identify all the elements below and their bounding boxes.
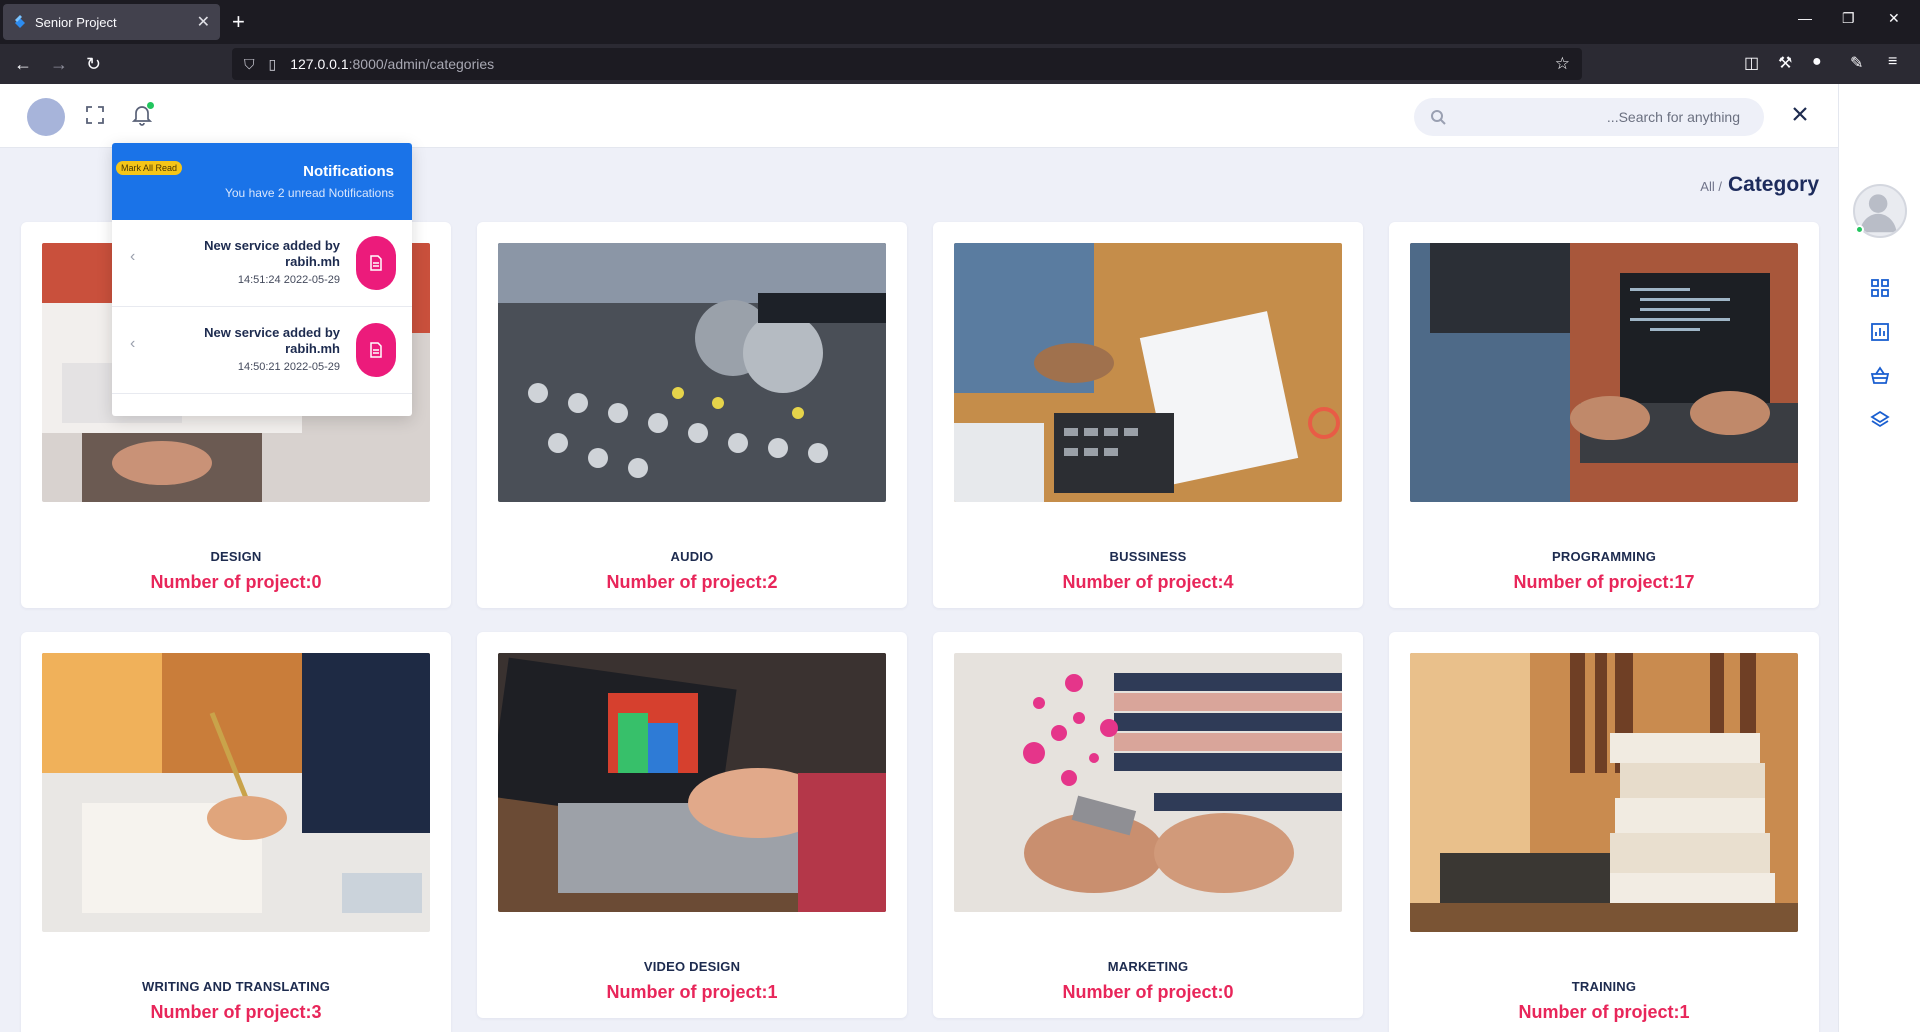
pen-icon[interactable]: ✎ bbox=[1850, 53, 1863, 73]
category-count: Number of project:4 bbox=[1062, 572, 1234, 592]
page-icon: ▯ bbox=[268, 55, 277, 72]
notifications-subtitle: You have 2 unread Notifications bbox=[224, 186, 394, 200]
search-input[interactable] bbox=[1446, 109, 1740, 125]
notification-time: 14:51:24 2022-05-29 bbox=[237, 274, 340, 286]
browser-tabbar: Senior Project ✕ + — ❐ ✕ bbox=[0, 0, 1920, 44]
layers-icon[interactable] bbox=[1870, 410, 1890, 430]
notifications-title: Notifications bbox=[303, 163, 394, 180]
category-count: Number of project:3 bbox=[150, 1002, 322, 1022]
notifications-dropdown: Mark All Read Notifications You have 2 u… bbox=[112, 143, 412, 416]
category-name: PROGRAMMING bbox=[1551, 549, 1657, 564]
search-box[interactable] bbox=[1414, 98, 1764, 136]
window-close-icon[interactable]: ✕ bbox=[1888, 10, 1900, 27]
extension-icon[interactable]: ● bbox=[1812, 53, 1822, 71]
notification-item[interactable]: ‹ New service added by rabih.mh 14:51:24… bbox=[112, 220, 412, 307]
minimize-icon[interactable]: — bbox=[1798, 10, 1812, 26]
notification-time: 14:50:21 2022-05-29 bbox=[237, 361, 340, 373]
document-icon bbox=[356, 236, 396, 290]
category-card-programming[interactable]: PROGRAMMING Number of project:17 bbox=[1389, 222, 1819, 608]
category-image bbox=[954, 653, 1342, 912]
url-path: :8000/admin/categories bbox=[348, 56, 495, 72]
page-title: Category bbox=[1727, 173, 1819, 196]
category-name: BUSSINESS bbox=[1109, 549, 1187, 564]
category-card-business[interactable]: BUSSINESS Number of project:4 bbox=[933, 222, 1363, 608]
category-name: MARKETING bbox=[1107, 959, 1189, 974]
basket-icon[interactable] bbox=[1870, 366, 1890, 386]
browser-tab[interactable]: Senior Project ✕ bbox=[3, 4, 220, 40]
site-favicon bbox=[15, 15, 25, 28]
category-count: Number of project:1 bbox=[1518, 1002, 1690, 1022]
category-count: Number of project:17 bbox=[1513, 572, 1695, 592]
reload-icon[interactable]: ↻ bbox=[86, 52, 101, 76]
category-image bbox=[42, 653, 430, 932]
category-count: Number of project:1 bbox=[606, 982, 778, 1002]
category-count: Number of project:0 bbox=[150, 572, 322, 592]
online-status-dot bbox=[1855, 225, 1864, 234]
url-bar[interactable]: ⛉ ▯ 127.0.0.1:8000/admin/categories ☆ bbox=[232, 48, 1582, 80]
category-card-training[interactable]: TRAINING Number of project:1 bbox=[1389, 632, 1819, 1032]
category-image bbox=[1410, 243, 1798, 502]
breadcrumb: All / Category bbox=[1700, 173, 1819, 197]
search-icon bbox=[1431, 110, 1446, 125]
notification-item[interactable]: ‹ New service added by rabih.mh 14:50:21… bbox=[112, 307, 412, 394]
category-name: WRITING AND TRANSLATING bbox=[141, 979, 331, 994]
chevron-left-icon: ‹ bbox=[130, 248, 136, 265]
document-icon bbox=[356, 323, 396, 377]
notification-text: New service added by rabih.mh bbox=[204, 238, 340, 269]
category-image bbox=[498, 243, 886, 502]
right-sidebar bbox=[1838, 84, 1920, 1032]
notification-text: New service added by rabih.mh bbox=[204, 325, 340, 356]
category-count: Number of project:2 bbox=[606, 572, 778, 592]
notifications-header: Mark All Read Notifications You have 2 u… bbox=[112, 143, 412, 220]
back-icon[interactable]: ← bbox=[14, 52, 32, 76]
url-host: 127.0.0.1 bbox=[290, 56, 349, 72]
restore-icon[interactable]: ❐ bbox=[1842, 10, 1855, 27]
chart-icon[interactable] bbox=[1870, 322, 1890, 342]
category-card-video-design[interactable]: VIDEO DESIGN Number of project:1 bbox=[477, 632, 907, 1018]
category-card-writing[interactable]: WRITING AND TRANSLATING Number of projec… bbox=[21, 632, 451, 1032]
category-image bbox=[1410, 653, 1798, 932]
category-image bbox=[498, 653, 886, 912]
shield-icon[interactable]: ⛉ bbox=[244, 56, 255, 73]
tab-title: Senior Project bbox=[35, 14, 117, 30]
category-image bbox=[954, 243, 1342, 502]
chevron-left-icon: ‹ bbox=[130, 335, 136, 352]
browser-navbar: ← → ↻ ⛉ ▯ 127.0.0.1:8000/admin/categorie… bbox=[0, 44, 1920, 84]
close-icon[interactable] bbox=[1790, 104, 1810, 124]
user-avatar[interactable] bbox=[27, 98, 65, 136]
tools-icon[interactable]: ⚒ bbox=[1778, 53, 1792, 73]
dashboard-grid-icon[interactable] bbox=[1870, 278, 1890, 298]
menu-icon[interactable]: ≡ bbox=[1888, 53, 1897, 71]
bookmark-star-icon[interactable]: ☆ bbox=[1555, 54, 1570, 74]
category-name: DESIGN bbox=[210, 549, 262, 564]
fullscreen-icon[interactable] bbox=[86, 106, 104, 124]
notification-dot bbox=[147, 102, 154, 109]
pocket-icon[interactable]: ◫ bbox=[1744, 53, 1759, 73]
top-header bbox=[0, 84, 1838, 148]
category-name: AUDIO bbox=[670, 549, 714, 564]
category-name: VIDEO DESIGN bbox=[643, 959, 741, 974]
mark-all-read-button[interactable]: Mark All Read bbox=[116, 161, 183, 175]
category-card-audio[interactable]: AUDIO Number of project:2 bbox=[477, 222, 907, 608]
category-card-marketing[interactable]: MARKETING Number of project:0 bbox=[933, 632, 1363, 1018]
breadcrumb-all[interactable]: All / bbox=[1700, 179, 1722, 194]
tab-close-icon[interactable]: ✕ bbox=[197, 12, 210, 32]
new-tab-icon[interactable]: + bbox=[232, 8, 245, 36]
category-count: Number of project:0 bbox=[1062, 982, 1234, 1002]
category-name: TRAINING bbox=[1571, 979, 1637, 994]
forward-icon[interactable]: → bbox=[50, 52, 68, 76]
